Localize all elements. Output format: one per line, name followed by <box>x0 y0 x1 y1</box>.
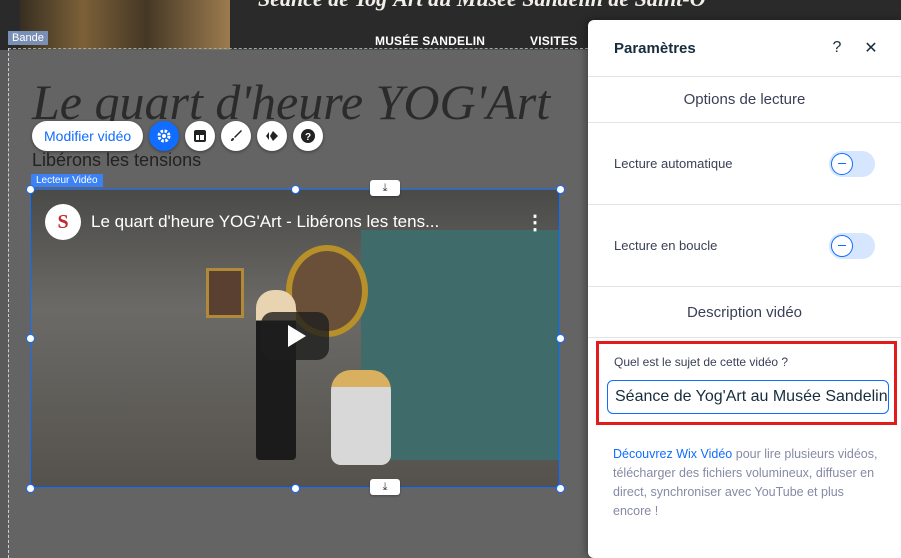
close-icon[interactable]: ✕ <box>859 38 883 58</box>
edit-video-button[interactable]: Modifier vidéo <box>32 121 144 151</box>
autoplay-toggle[interactable] <box>829 150 875 177</box>
scene-person-seated <box>331 370 391 465</box>
resize-handle-br[interactable] <box>556 484 565 493</box>
resize-handle-tl[interactable] <box>26 185 35 194</box>
video-player-tag[interactable]: Lecteur Vidéo <box>31 174 103 187</box>
band-tag[interactable]: Bande <box>8 31 48 45</box>
element-toolbar: Modifier vidéo ? <box>32 120 324 152</box>
video-title[interactable]: Le quart d'heure YOG'Art - Libérons les … <box>91 212 515 232</box>
play-icon[interactable] <box>261 312 329 360</box>
resize-handle-mr[interactable] <box>556 334 565 343</box>
channel-logo[interactable]: S <box>45 204 81 240</box>
toggle-knob <box>831 234 853 257</box>
description-question: Quel est le sujet de cette vidéo ? <box>614 355 789 369</box>
wix-video-link[interactable]: Découvrez Wix Vidéo <box>613 447 732 461</box>
section-playback-options: Options de lecture <box>588 77 901 123</box>
resize-handle-ml[interactable] <box>26 334 35 343</box>
video-header: S Le quart d'heure YOG'Art - Libérons le… <box>45 204 545 240</box>
scene-painting-small <box>206 268 244 318</box>
panel-header: Paramètres ? ✕ <box>588 20 901 77</box>
loop-row: Lecture en boucle <box>588 205 901 287</box>
settings-panel: Paramètres ? ✕ Options de lecture Lectur… <box>588 20 901 558</box>
loop-toggle[interactable] <box>829 232 875 259</box>
wix-video-info: Découvrez Wix Vidéo pour lire plusieurs … <box>613 445 883 521</box>
header-image <box>20 0 230 50</box>
panel-title: Paramètres <box>614 39 696 57</box>
autoplay-row: Lecture automatique <box>588 123 901 205</box>
nav-item-musee[interactable]: MUSÉE SANDELIN <box>375 34 485 48</box>
loop-label: Lecture en boucle <box>614 238 718 253</box>
layout-icon[interactable] <box>185 121 216 151</box>
resize-handle-tr[interactable] <box>556 185 565 194</box>
animation-icon[interactable] <box>257 121 288 151</box>
toggle-knob <box>831 152 853 175</box>
nav-item-visites[interactable]: VISITES <box>530 34 577 48</box>
section-guide <box>8 48 588 49</box>
stretch-top-icon[interactable]: ⤓ <box>370 180 400 196</box>
banner-title: Séance de Yog'Art au Musée Sandelin de S… <box>258 0 706 12</box>
section-video-description: Description vidéo <box>588 287 901 338</box>
autoplay-label: Lecture automatique <box>614 156 733 171</box>
help-icon[interactable]: ? <box>825 39 849 57</box>
resize-handle-bl[interactable] <box>26 484 35 493</box>
description-input[interactable]: Séance de Yog'Art au Musée Sandelin de S… <box>607 380 889 414</box>
help-icon[interactable]: ? <box>293 121 324 151</box>
more-vertical-icon[interactable]: ⋮ <box>525 210 545 235</box>
video-player[interactable]: S Le quart d'heure YOG'Art - Libérons le… <box>30 189 560 488</box>
stretch-bottom-icon[interactable]: ⤓ <box>370 479 400 495</box>
resize-handle-bc[interactable] <box>291 484 300 493</box>
section-guide-left <box>8 48 9 558</box>
description-highlight: Quel est le sujet de cette vidéo ? Séanc… <box>596 341 897 425</box>
page-subtitle[interactable]: Libérons les tensions <box>32 150 201 171</box>
brush-icon[interactable] <box>221 121 252 151</box>
gear-icon[interactable] <box>149 121 180 151</box>
svg-text:?: ? <box>305 132 311 143</box>
resize-handle-tc[interactable] <box>291 185 300 194</box>
